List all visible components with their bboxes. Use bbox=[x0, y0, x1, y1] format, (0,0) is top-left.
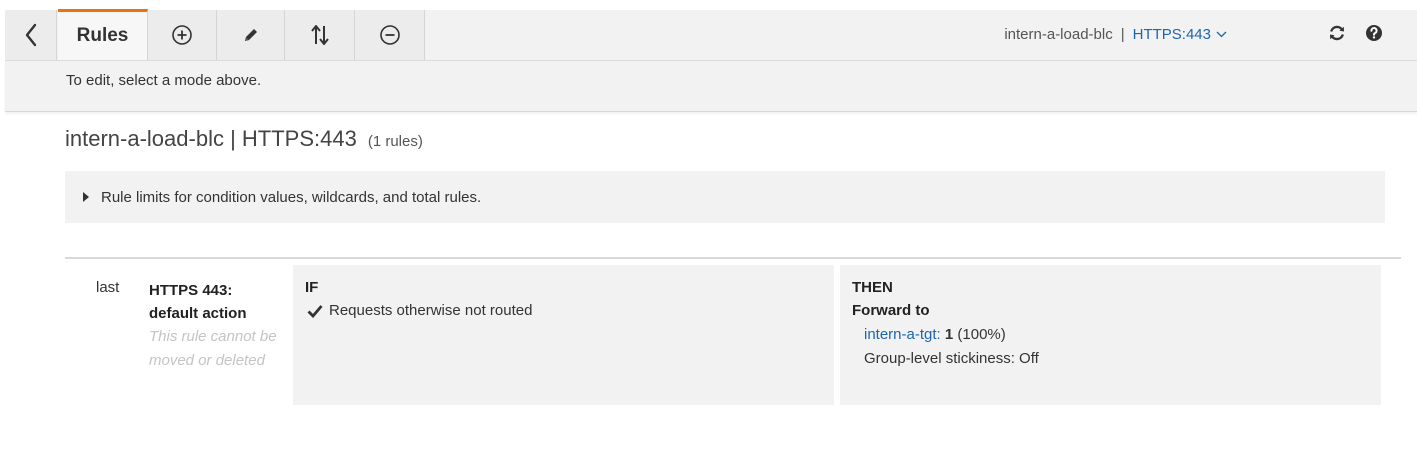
back-button[interactable] bbox=[5, 10, 57, 60]
page-title: intern-a-load-blc | HTTPS:443 bbox=[65, 126, 357, 151]
help-button[interactable] bbox=[1364, 23, 1384, 43]
rule-priority: last bbox=[96, 279, 120, 296]
chevron-down-icon bbox=[1216, 31, 1227, 37]
conditions-heading: IF bbox=[305, 279, 319, 296]
add-icon bbox=[172, 25, 192, 45]
caret-right-icon bbox=[83, 192, 89, 202]
delete-rules-button[interactable] bbox=[355, 10, 425, 60]
target-weight: 1 bbox=[944, 326, 954, 343]
listener-load-balancer: intern-a-load-blc bbox=[1004, 25, 1113, 43]
listener-protocol-dropdown[interactable]: HTTPS:443 bbox=[1133, 26, 1227, 43]
target-group-colon: : bbox=[936, 326, 941, 343]
tab-rules-label: Rules bbox=[76, 25, 129, 46]
rule-row: last HTTPS 443: default action This rule… bbox=[65, 259, 1401, 411]
tab-rules[interactable]: Rules bbox=[58, 9, 148, 60]
condition-text: Requests otherwise not routed bbox=[329, 302, 533, 319]
add-rule-button[interactable] bbox=[148, 10, 217, 60]
refresh-icon bbox=[1330, 25, 1344, 41]
rule-limits-label: Rule limits for condition values, wildca… bbox=[101, 188, 482, 206]
delete-icon bbox=[379, 25, 400, 45]
rule-conditions: IF Requests otherwise not routed bbox=[293, 265, 834, 405]
help-icon bbox=[1366, 25, 1382, 41]
stickiness-status: Group-level stickiness: Off bbox=[864, 350, 1039, 367]
back-icon bbox=[25, 23, 36, 47]
edit-icon bbox=[244, 29, 257, 41]
target-weight-percent: (100%) bbox=[957, 326, 1006, 343]
refresh-button[interactable] bbox=[1327, 23, 1347, 43]
action-type: Forward to bbox=[852, 302, 930, 319]
target-group-link[interactable]: intern-a-tgt bbox=[864, 326, 937, 343]
action-target: intern-a-tgt: 1 (100%) bbox=[864, 326, 1006, 343]
rule-note: This rule cannot be moved or deleted bbox=[149, 328, 277, 369]
checkmark-icon bbox=[307, 304, 323, 318]
rule-actions: THEN Forward to intern-a-tgt: 1 (100%) G… bbox=[840, 265, 1381, 405]
rule-limits-expander[interactable]: Rule limits for condition values, wildca… bbox=[65, 171, 1385, 223]
reorder-icon bbox=[310, 25, 329, 45]
mode-info-message: To edit, select a mode above. bbox=[66, 72, 262, 89]
rules-toolbar: Rules intern-a-load-blc | HTTPS:443 bbox=[5, 9, 1417, 61]
reorder-rules-button[interactable] bbox=[285, 10, 355, 60]
listener-heading: intern-a-load-blc | HTTPS:443 (1 rules) bbox=[65, 126, 423, 152]
mode-info-bar: To edit, select a mode above. bbox=[5, 61, 1417, 112]
listener-separator: | bbox=[1120, 25, 1125, 43]
edit-rules-button[interactable] bbox=[217, 10, 285, 60]
actions-heading: THEN bbox=[852, 279, 893, 296]
listener-selector[interactable]: intern-a-load-blc | HTTPS:443 bbox=[1004, 10, 1227, 58]
rule-name: HTTPS 443: default action bbox=[149, 282, 247, 322]
condition-item: Requests otherwise not routed bbox=[307, 302, 532, 319]
rules-count: (1 rules) bbox=[367, 133, 423, 150]
listener-protocol: HTTPS:443 bbox=[1132, 25, 1211, 43]
